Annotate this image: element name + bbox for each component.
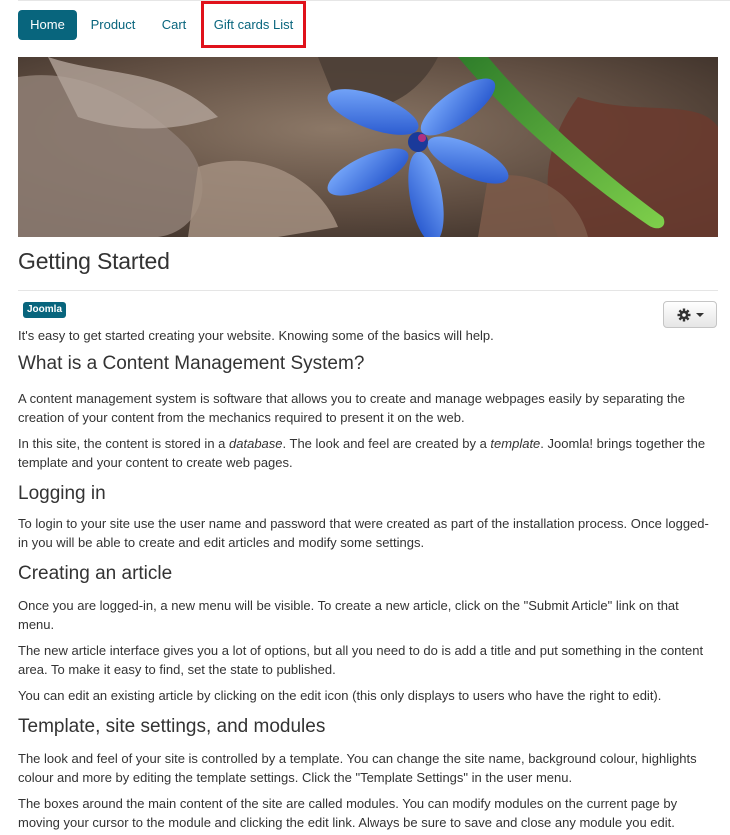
emphasis-text: database [229, 436, 283, 451]
gear-icon [677, 308, 690, 321]
section-paragraph: The look and feel of your site is contro… [18, 751, 697, 785]
article-body: It's easy to get started creating your w… [18, 326, 718, 832]
article-intro: It's easy to get started creating your w… [18, 328, 494, 343]
section-paragraph: A content management system is software … [18, 391, 685, 425]
nav-product[interactable]: Product [81, 10, 145, 40]
title-divider [18, 290, 718, 291]
nav-cart[interactable]: Cart [153, 10, 195, 40]
section-heading: Logging in [18, 483, 106, 504]
paragraph-text: . The look and feel are created by a [282, 436, 491, 451]
section-heading: Template, site settings, and modules [18, 716, 326, 737]
emphasis-text: template [490, 436, 541, 451]
section-paragraph: You can edit an existing article by clic… [18, 688, 662, 703]
banner-image [18, 57, 718, 237]
section-heading: Creating an article [18, 563, 173, 584]
section-paragraph: In this site, the content is stored in a… [18, 434, 718, 472]
section-heading: What is a Content Management System? [18, 353, 365, 374]
article-title: Getting Started [18, 248, 170, 274]
nav-gift-cards-list[interactable]: Gift cards List [201, 1, 306, 48]
section-paragraph: The boxes around the main content of the… [18, 796, 678, 830]
chevron-down-icon [695, 312, 704, 317]
section-paragraph: The new article interface gives you a lo… [18, 643, 704, 677]
category-badge[interactable]: Joomla [23, 302, 67, 318]
article-tools-dropdown[interactable] [663, 301, 717, 328]
banner-flower-illustration [18, 57, 718, 237]
section-paragraph: Once you are logged-in, a new menu will … [18, 598, 679, 632]
paragraph-text: In this site, the content is stored in a [18, 436, 230, 451]
section-paragraph: To login to your site use the user name … [18, 516, 709, 550]
nav-home[interactable]: Home [18, 10, 77, 40]
main-menu: Home Product Cart Gift cards List [18, 0, 730, 48]
